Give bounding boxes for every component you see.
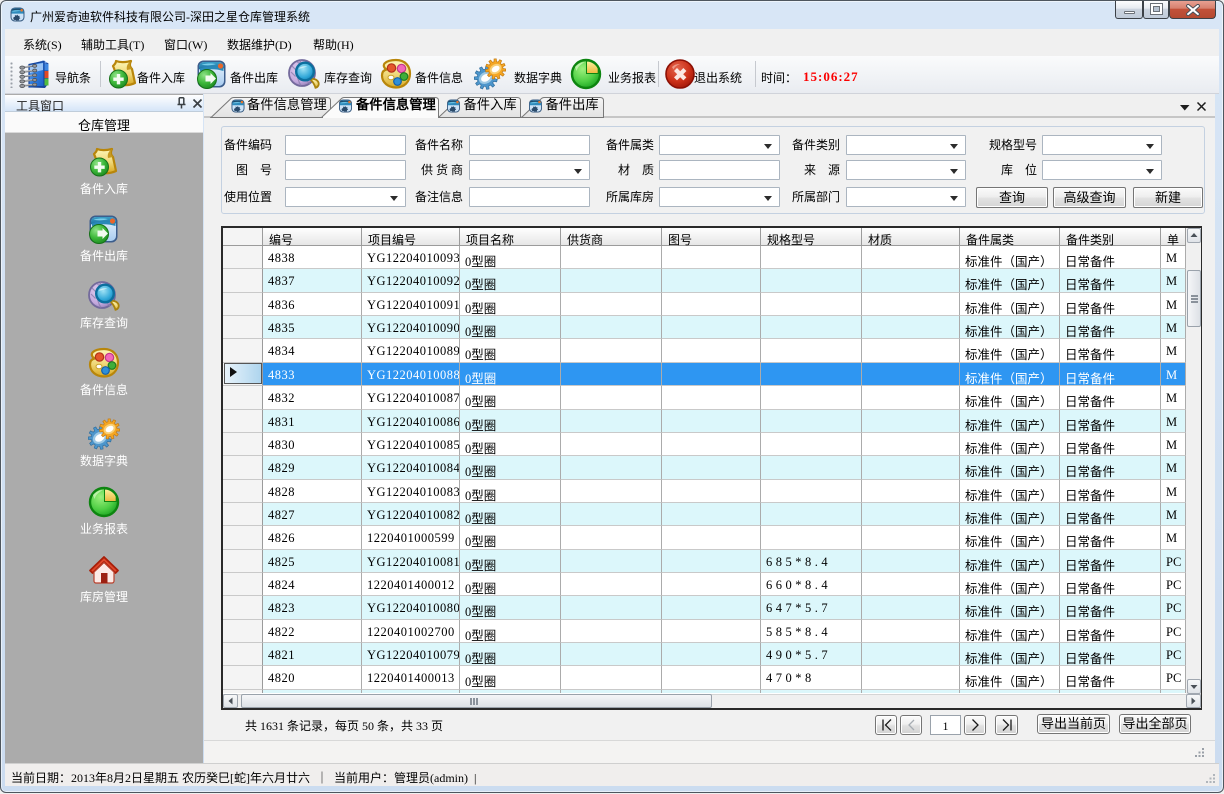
svg-text:备件出库: 备件出库 <box>546 96 599 112</box>
svg-text:备件信息管理: 备件信息管理 <box>355 96 437 112</box>
svg-text:备件信息管理: 备件信息管理 <box>247 96 327 112</box>
svg-text:备件入库: 备件入库 <box>464 96 517 112</box>
